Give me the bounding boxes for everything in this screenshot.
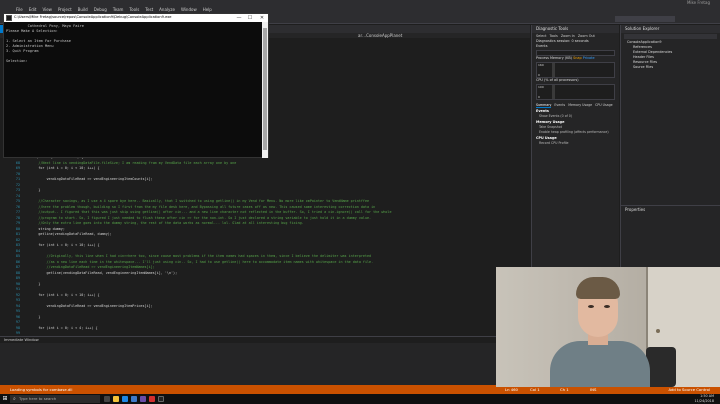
line-number: 69 xyxy=(15,166,20,170)
diag-tab-memory-usage[interactable]: Memory Usage xyxy=(568,103,592,108)
cpu-min: 0 xyxy=(538,95,540,99)
line-number: 94 xyxy=(15,303,20,308)
line-number: 83 xyxy=(15,243,20,247)
cpu-graph[interactable]: 100 0 xyxy=(536,84,615,100)
line-number: 92 xyxy=(15,292,20,297)
console-window[interactable]: C:\Users\Mike Fretag\source\repos\Consol… xyxy=(3,13,269,158)
recording-app-icon[interactable] xyxy=(149,396,155,402)
events-label: Events xyxy=(536,44,548,48)
memory-title: Process Memory (KB) xyxy=(536,56,573,60)
visual-studio-icon[interactable] xyxy=(140,396,146,402)
console-scrollbar[interactable] xyxy=(262,22,268,158)
line-number: 84 xyxy=(15,248,20,253)
line-number: 68 xyxy=(15,160,20,165)
line-number: 78 xyxy=(15,215,20,220)
line-number: 77 xyxy=(15,210,20,214)
memory-graph-marker xyxy=(552,63,555,77)
memory-legend-snap: Snap xyxy=(573,56,582,60)
line-number: 71 xyxy=(15,177,20,181)
diag-tab-cpu-usage[interactable]: CPU Usage xyxy=(595,103,612,108)
console-taskbar-icon[interactable] xyxy=(158,396,164,402)
clock-date: 11/24/2018 xyxy=(694,399,714,403)
properties-title: Properties xyxy=(621,206,720,214)
events-graph[interactable] xyxy=(536,50,615,56)
solution-explorer-title: Solution Explorer xyxy=(621,25,720,33)
diag-tab-events[interactable]: Events xyxy=(554,103,565,108)
cpu-label: CPU (% of all processors) xyxy=(536,78,579,82)
line-number: 99 xyxy=(15,331,20,335)
line-number: 93 xyxy=(15,298,20,302)
console-output[interactable]: Cathedral Pony, Mayo Faire Please Make A … xyxy=(6,24,262,64)
line-number: 88 xyxy=(15,270,20,275)
memory-min: 0 xyxy=(538,73,540,77)
webcam-overlay xyxy=(496,267,720,387)
line-number: 96 xyxy=(15,314,20,319)
maximize-button[interactable]: ☐ xyxy=(245,14,255,22)
memory-legend-private: Private xyxy=(582,56,595,60)
cpu-graph-marker xyxy=(552,85,555,99)
taskbar-search-input[interactable]: Type here to search xyxy=(10,395,100,403)
diagnostic-tools-title: Diagnostic Tools xyxy=(532,25,619,33)
line-number: 79 xyxy=(15,221,20,225)
minimize-button[interactable]: — xyxy=(234,14,244,22)
line-number: 98 xyxy=(15,325,20,330)
immediate-window-title: Immediate Window xyxy=(0,337,530,343)
webcam-person-eye-left xyxy=(588,305,594,308)
line-number: 95 xyxy=(15,309,20,313)
edge-browser-icon[interactable] xyxy=(122,396,128,402)
console-scroll-thumb[interactable] xyxy=(263,28,267,150)
line-number: 89 xyxy=(15,276,20,280)
webcam-person-eye-right xyxy=(604,305,610,308)
console-app-icon xyxy=(6,15,12,21)
taskbar-clock[interactable]: 1:50 AM 11/24/2018 xyxy=(694,394,714,404)
line-number: 73 xyxy=(15,188,20,192)
webcam-chair xyxy=(646,347,676,387)
record-cpu-profile-button[interactable]: Record CPU Profile xyxy=(532,141,619,146)
console-title: C:\Users\Mike Fretag\source\repos\Consol… xyxy=(14,15,172,19)
quick-launch-input[interactable] xyxy=(615,16,675,22)
solution-explorer: Solution Explorer ConsoleApplication9 Ref… xyxy=(620,25,720,205)
line-number: 70 xyxy=(15,171,20,176)
console-titlebar[interactable]: C:\Users\Mike Fretag\source\repos\Consol… xyxy=(4,14,268,22)
console-line: Selection: xyxy=(6,59,28,63)
line-number: 80 xyxy=(15,226,20,231)
solution-tree: ConsoleApplication9 References External De… xyxy=(621,40,720,70)
memory-graph[interactable]: 160 0 xyxy=(536,62,615,78)
solution-search-input[interactable] xyxy=(624,34,717,39)
line-number: 86 xyxy=(15,259,20,264)
close-button[interactable]: ✕ xyxy=(257,14,267,22)
memory-max: 160 xyxy=(538,63,544,67)
memory-label: Process Memory (KB) Snap Private xyxy=(532,56,619,61)
webcam-door-knob xyxy=(656,329,660,333)
taskbar: ⊞ Type here to search 1:50 AM 11/24/2018 xyxy=(0,394,720,404)
line-number: 97 xyxy=(15,320,20,324)
cpu-max: 100 xyxy=(538,85,544,89)
windows-start-icon[interactable]: ⊞ xyxy=(1,395,9,403)
line-number: 87 xyxy=(15,265,20,269)
store-icon[interactable] xyxy=(131,396,137,402)
code-text[interactable]: if (vendingDataFileRead) { //Next line i… xyxy=(22,155,527,336)
line-number: 76 xyxy=(15,204,20,209)
line-number: 90 xyxy=(15,281,20,286)
solution-item-source-files[interactable]: Source Files xyxy=(621,65,720,70)
line-number: 82 xyxy=(15,237,20,242)
line-number: 91 xyxy=(15,287,20,291)
line-number: 72 xyxy=(15,182,20,187)
webcam-person-shirt xyxy=(550,341,650,387)
line-number: 85 xyxy=(15,254,20,258)
line-number: 74 xyxy=(15,193,20,198)
line-number: 81 xyxy=(15,232,20,236)
status-message: Loading symbols for combase.dll xyxy=(10,387,73,392)
task-view-icon[interactable] xyxy=(104,396,110,402)
file-explorer-icon[interactable] xyxy=(113,396,119,402)
line-number: 75 xyxy=(15,199,20,203)
webcam-person-hair xyxy=(576,277,620,299)
